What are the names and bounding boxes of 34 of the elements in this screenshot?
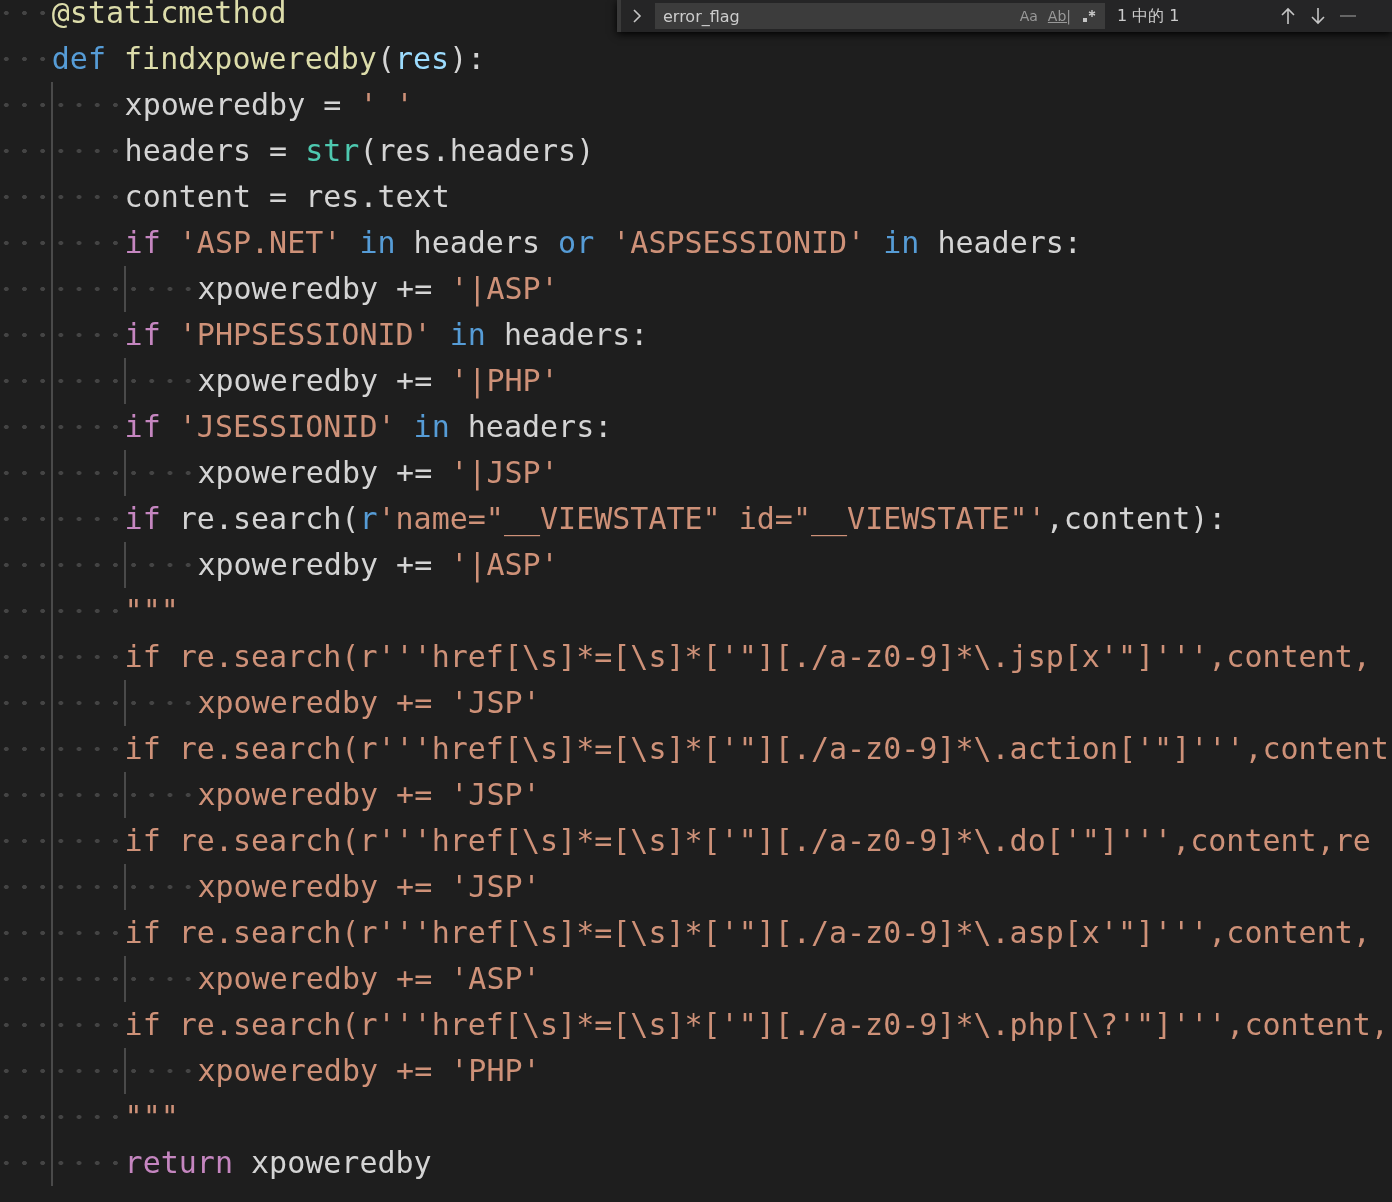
find-option-toggle[interactable]: Ab| bbox=[1047, 8, 1071, 24]
code-line: @staticmethod bbox=[51, 0, 287, 32]
code-line: content = res.text bbox=[124, 178, 450, 216]
code-line: xpoweredby += 'JSP' bbox=[197, 776, 541, 814]
code-line: xpoweredby += 'JSP' bbox=[197, 684, 541, 722]
match-count: 1 中的 1 bbox=[1117, 5, 1181, 27]
code-line: def findxpoweredby(res): bbox=[51, 40, 486, 78]
code-line: if re.search(r'''href[\s]*=[\s]*['"][./a-z0-9]*\.jsp[x'"]''',content, bbox=[124, 638, 1371, 676]
code-line: headers = str(res.headers) bbox=[124, 132, 595, 170]
code-line: xpoweredby += 'JSP' bbox=[197, 868, 541, 906]
code-line: xpoweredby += '|PHP' bbox=[197, 362, 559, 401]
code-line: xpoweredby += '|ASP' bbox=[197, 546, 559, 585]
code-line: if re.search(r'name="__VIEWSTATE" id="__VIEWSTATE"',content): bbox=[124, 500, 1227, 539]
code-line: if re.search(r'''href[\s]*=[\s]*['"][./a-z0-9]*\.do['"]''',content,re bbox=[124, 822, 1371, 860]
code-line: xpoweredby += '|ASP' bbox=[197, 270, 559, 309]
chevron-right-icon[interactable] bbox=[631, 8, 643, 24]
code-line: """ bbox=[124, 592, 179, 630]
code-line: if 'ASP.NET' in headers or 'ASPSESSIONID' in headers: bbox=[124, 224, 1082, 262]
code-line: xpoweredby += '|JSP' bbox=[197, 454, 559, 493]
regex-icon[interactable] bbox=[1081, 8, 1097, 24]
find-input-field[interactable]: error_flag Aa Ab| bbox=[655, 3, 1105, 29]
code-line: if 'JSESSIONID' in headers: bbox=[124, 408, 613, 446]
find-option-toggle[interactable]: Aa bbox=[1019, 8, 1038, 24]
arrow-up-icon[interactable] bbox=[1279, 6, 1297, 26]
code-line: if re.search(r'''href[\s]*=[\s]*['"][./a-z0-9]*\.php[\?'"]''',content, bbox=[124, 1006, 1389, 1044]
code-line: return xpoweredby bbox=[124, 1144, 432, 1182]
code-line: xpoweredby += 'PHP' bbox=[197, 1052, 541, 1090]
code-line: xpoweredby = ' ' bbox=[124, 86, 414, 124]
code-line: xpoweredby += 'ASP' bbox=[197, 960, 541, 998]
code-line: if 'PHPSESSIONID' in headers: bbox=[124, 316, 649, 354]
code-line: """ bbox=[124, 1098, 179, 1136]
code-line: if re.search(r'''href[\s]*=[\s]*['"][./a-z0-9]*\.action['"]''',content bbox=[124, 730, 1389, 768]
code-line: if re.search(r'''href[\s]*=[\s]*['"][./a-z0-9]*\.asp[x'"]''',content, bbox=[124, 914, 1371, 952]
arrow-down-icon[interactable] bbox=[1309, 6, 1327, 26]
